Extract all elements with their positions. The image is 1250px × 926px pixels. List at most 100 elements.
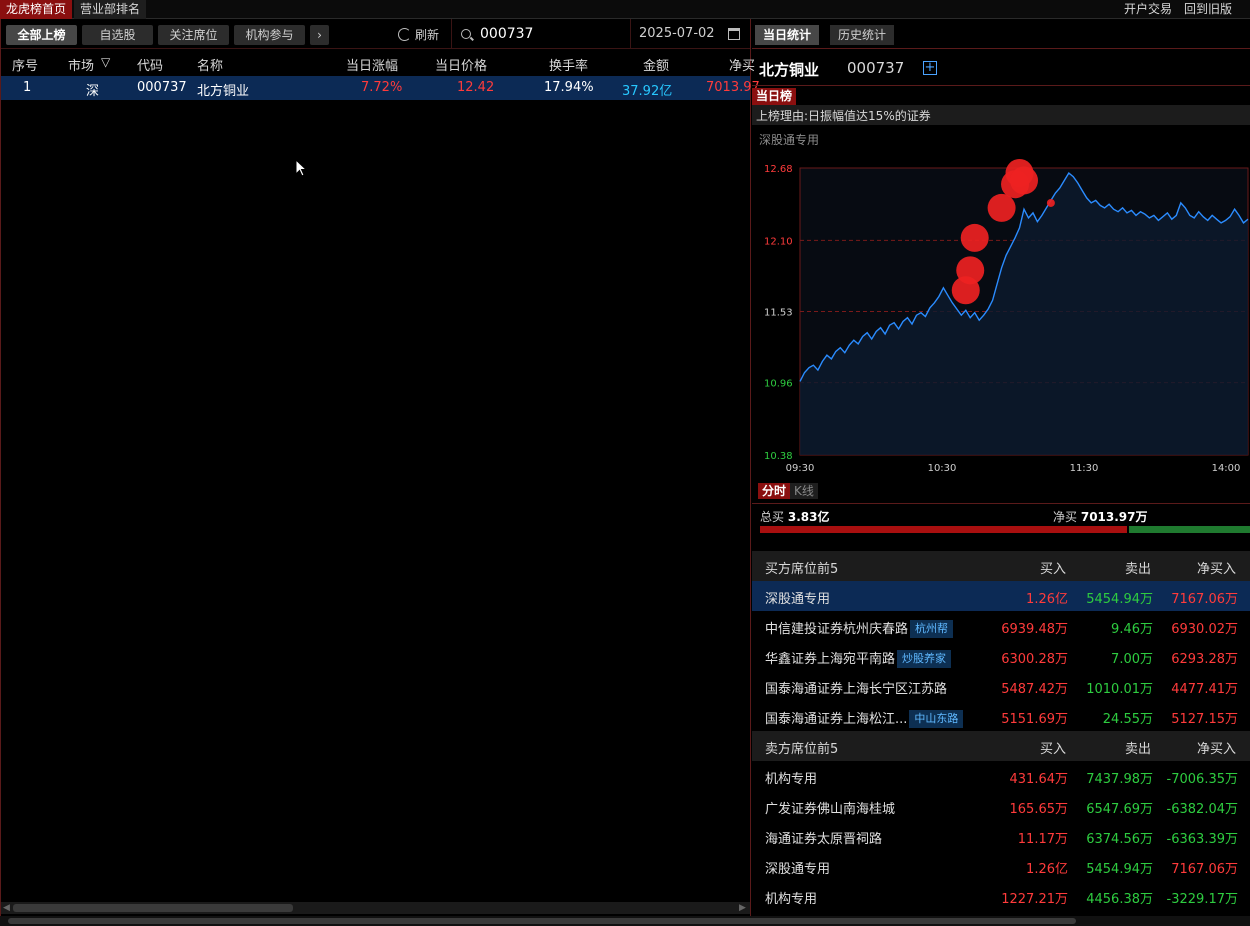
col-price[interactable]: 当日价格 xyxy=(435,55,487,74)
seat-row[interactable]: 国泰海通证券上海长宁区江苏路 5487.42万 1010.01万 4477.41万 xyxy=(752,671,1250,701)
seat-name: 深股通专用 xyxy=(765,862,831,877)
x-tick-label: 14:00 xyxy=(1212,463,1241,474)
seat-name: 华鑫证券上海宛平南路 炒股养家 xyxy=(765,648,952,668)
daily-list-badge: 当日榜 xyxy=(752,88,797,105)
col-turnover[interactable]: 换手率 xyxy=(549,55,588,74)
net-buy: 净买 7013.97万 xyxy=(1053,510,1148,524)
seat-sell: 5454.94万 xyxy=(1086,862,1153,877)
buyers-col-sell: 卖出 xyxy=(1125,562,1152,577)
filter-all-button[interactable]: 全部上榜 xyxy=(6,25,77,45)
seat-sell: 6547.69万 xyxy=(1086,802,1153,817)
detail-panel: 当日统计 历史统计 北方铜业 000737 + 当日榜 上榜理由:日振幅值达15… xyxy=(752,19,1250,926)
seat-row[interactable]: 深股通专用 1.26亿 5454.94万 7167.06万 xyxy=(752,581,1250,611)
seat-buy: 5487.42万 xyxy=(1001,682,1068,697)
y-tick-label: 12.10 xyxy=(764,236,793,247)
y-tick-label: 10.38 xyxy=(764,451,793,462)
stock-code: 000737 xyxy=(847,59,905,77)
sellers-col-net: 净买入 xyxy=(1197,742,1237,757)
y-tick-label: 11.53 xyxy=(764,308,793,319)
col-no[interactable]: 序号 xyxy=(12,55,38,74)
tab-branch-ranking[interactable]: 营业部排名 xyxy=(74,0,147,19)
seat-row[interactable]: 深股通专用 1.26亿 5454.94万 7167.06万 xyxy=(752,851,1250,881)
row-amount: 37.92亿 xyxy=(622,84,673,99)
back-to-old-link[interactable]: 回到旧版 xyxy=(1184,0,1232,19)
seat-row[interactable]: 海通证券太原晋祠路 11.17万 6374.56万 -6363.39万 xyxy=(752,821,1250,851)
trade-marker xyxy=(1010,166,1038,195)
x-tick-label: 09:30 xyxy=(786,463,815,474)
trade-marker xyxy=(1046,198,1055,207)
seat-sell: 6374.56万 xyxy=(1086,832,1153,847)
seat-buy: 6939.48万 xyxy=(1001,622,1068,637)
list-panel: 全部上榜 自选股 关注席位 机构参与 › 刷新 2025-07-02 序号 市场… xyxy=(0,19,760,926)
col-amount[interactable]: 金额 xyxy=(643,55,669,74)
tab-today-stats[interactable]: 当日统计 xyxy=(755,25,820,45)
open-account-link[interactable]: 开户交易 xyxy=(1124,0,1172,19)
stock-header: 北方铜业 000737 + xyxy=(752,50,1250,86)
seat-row[interactable]: 国泰海通证券上海松江... 中山东路 5151.69万 24.55万 5127.15万 xyxy=(752,701,1250,731)
tab-dragon-tiger-home[interactable]: 龙虎榜首页 xyxy=(0,0,73,19)
detail-tabs: 当日统计 历史统计 xyxy=(752,19,1250,49)
tab-history-stats[interactable]: 历史统计 xyxy=(830,25,895,45)
col-code[interactable]: 代码 xyxy=(137,55,163,74)
scrollbar-thumb[interactable] xyxy=(13,904,293,912)
seat-buy: 11.17万 xyxy=(1017,832,1068,847)
bottom-scrollbar-thumb[interactable] xyxy=(8,918,1076,924)
tab-kline[interactable]: K线 xyxy=(790,483,818,499)
col-change[interactable]: 当日涨幅 xyxy=(346,55,398,74)
seat-sell: 4456.38万 xyxy=(1086,892,1153,907)
filter-followed-seats-button[interactable]: 关注席位 xyxy=(158,25,229,45)
seat-row[interactable]: 机构专用 431.64万 7437.98万 -7006.35万 xyxy=(752,761,1250,791)
seat-net: -6363.39万 xyxy=(1166,832,1238,847)
buyers-header: 买方席位前5 买入 卖出 净买入 xyxy=(752,551,1250,581)
seat-row[interactable]: 机构专用 1227.21万 4456.38万 -3229.17万 xyxy=(752,881,1250,911)
date-value[interactable]: 2025-07-02 xyxy=(639,26,715,41)
seat-net: -7006.35万 xyxy=(1166,772,1238,787)
table-row[interactable]: 1 深 000737 北方铜业 7.72% 12.42 17.94% 37.92… xyxy=(1,76,760,100)
seat-row[interactable]: 广发证券佛山南海桂城 165.65万 6547.69万 -6382.04万 xyxy=(752,791,1250,821)
seat-net: -3229.17万 xyxy=(1166,892,1238,907)
filter-icon[interactable]: ▽ xyxy=(101,55,110,69)
filter-institution-button[interactable]: 机构参与 xyxy=(234,25,305,45)
row-market: 深 xyxy=(86,84,100,99)
refresh-icon xyxy=(398,28,411,41)
intraday-chart[interactable]: 12.68 12.10 11.53 10.96 10.3809:30 10:30 11:30… xyxy=(752,144,1250,479)
calendar-icon[interactable] xyxy=(728,28,740,40)
bottom-scrollbar[interactable] xyxy=(0,916,1250,926)
sellers-col-buy: 买入 xyxy=(1040,742,1067,757)
seat-row[interactable]: 华鑫证券上海宛平南路 炒股养家 6300.28万 7.00万 6293.28万 xyxy=(752,641,1250,671)
seat-tag[interactable]: 炒股养家 xyxy=(897,650,952,668)
seat-buy: 431.64万 xyxy=(1009,772,1069,787)
x-tick-label: 11:30 xyxy=(1070,463,1099,474)
row-no: 1 xyxy=(23,80,32,95)
scroll-left-icon[interactable]: ◀ xyxy=(3,903,10,913)
chevron-right-icon[interactable]: › xyxy=(310,25,329,45)
seat-name: 深股通专用 xyxy=(765,592,831,607)
col-market[interactable]: 市场 xyxy=(68,55,94,74)
seat-buy: 6300.28万 xyxy=(1001,652,1068,667)
sellers-header: 卖方席位前5 买入 卖出 净买入 xyxy=(752,731,1250,761)
refresh-button[interactable]: 刷新 xyxy=(398,26,439,44)
table-header: 序号 市场 ▽ 代码 名称 当日涨幅 当日价格 换手率 金额 净买 xyxy=(1,50,755,76)
seat-tag[interactable]: 杭州帮 xyxy=(910,620,954,638)
seat-name: 机构专用 xyxy=(765,772,818,787)
seat-row[interactable]: 中信建投证券杭州庆春路 杭州帮 6939.48万 9.46万 6930.02万 xyxy=(752,611,1250,641)
seat-name: 中信建投证券杭州庆春路 杭州帮 xyxy=(765,618,954,638)
scroll-right-icon[interactable]: ▶ xyxy=(739,903,746,913)
add-watchlist-icon[interactable]: + xyxy=(923,61,937,75)
search-input[interactable] xyxy=(480,24,625,44)
seat-net: -6382.04万 xyxy=(1166,802,1238,817)
seat-name: 国泰海通证券上海松江... 中山东路 xyxy=(765,708,964,728)
horizontal-scrollbar[interactable]: ◀ ▶ xyxy=(1,902,750,914)
trade-marker xyxy=(987,193,1016,222)
stock-name: 北方铜业 xyxy=(759,61,820,79)
reason-bar: 上榜理由:日振幅值达15%的证券 xyxy=(752,105,1250,125)
listing-reason: 上榜理由:日振幅值达15%的证券 xyxy=(756,109,931,123)
filter-watchlist-button[interactable]: 自选股 xyxy=(82,25,153,45)
seat-tag[interactable]: 中山东路 xyxy=(909,710,964,728)
buy-portion xyxy=(760,526,1127,533)
sellers-col-sell: 卖出 xyxy=(1125,742,1152,757)
tab-intraday[interactable]: 分时 xyxy=(758,483,791,499)
seat-net: 7167.06万 xyxy=(1171,592,1238,607)
sellers-title: 卖方席位前5 xyxy=(765,742,839,757)
col-name[interactable]: 名称 xyxy=(197,55,223,74)
